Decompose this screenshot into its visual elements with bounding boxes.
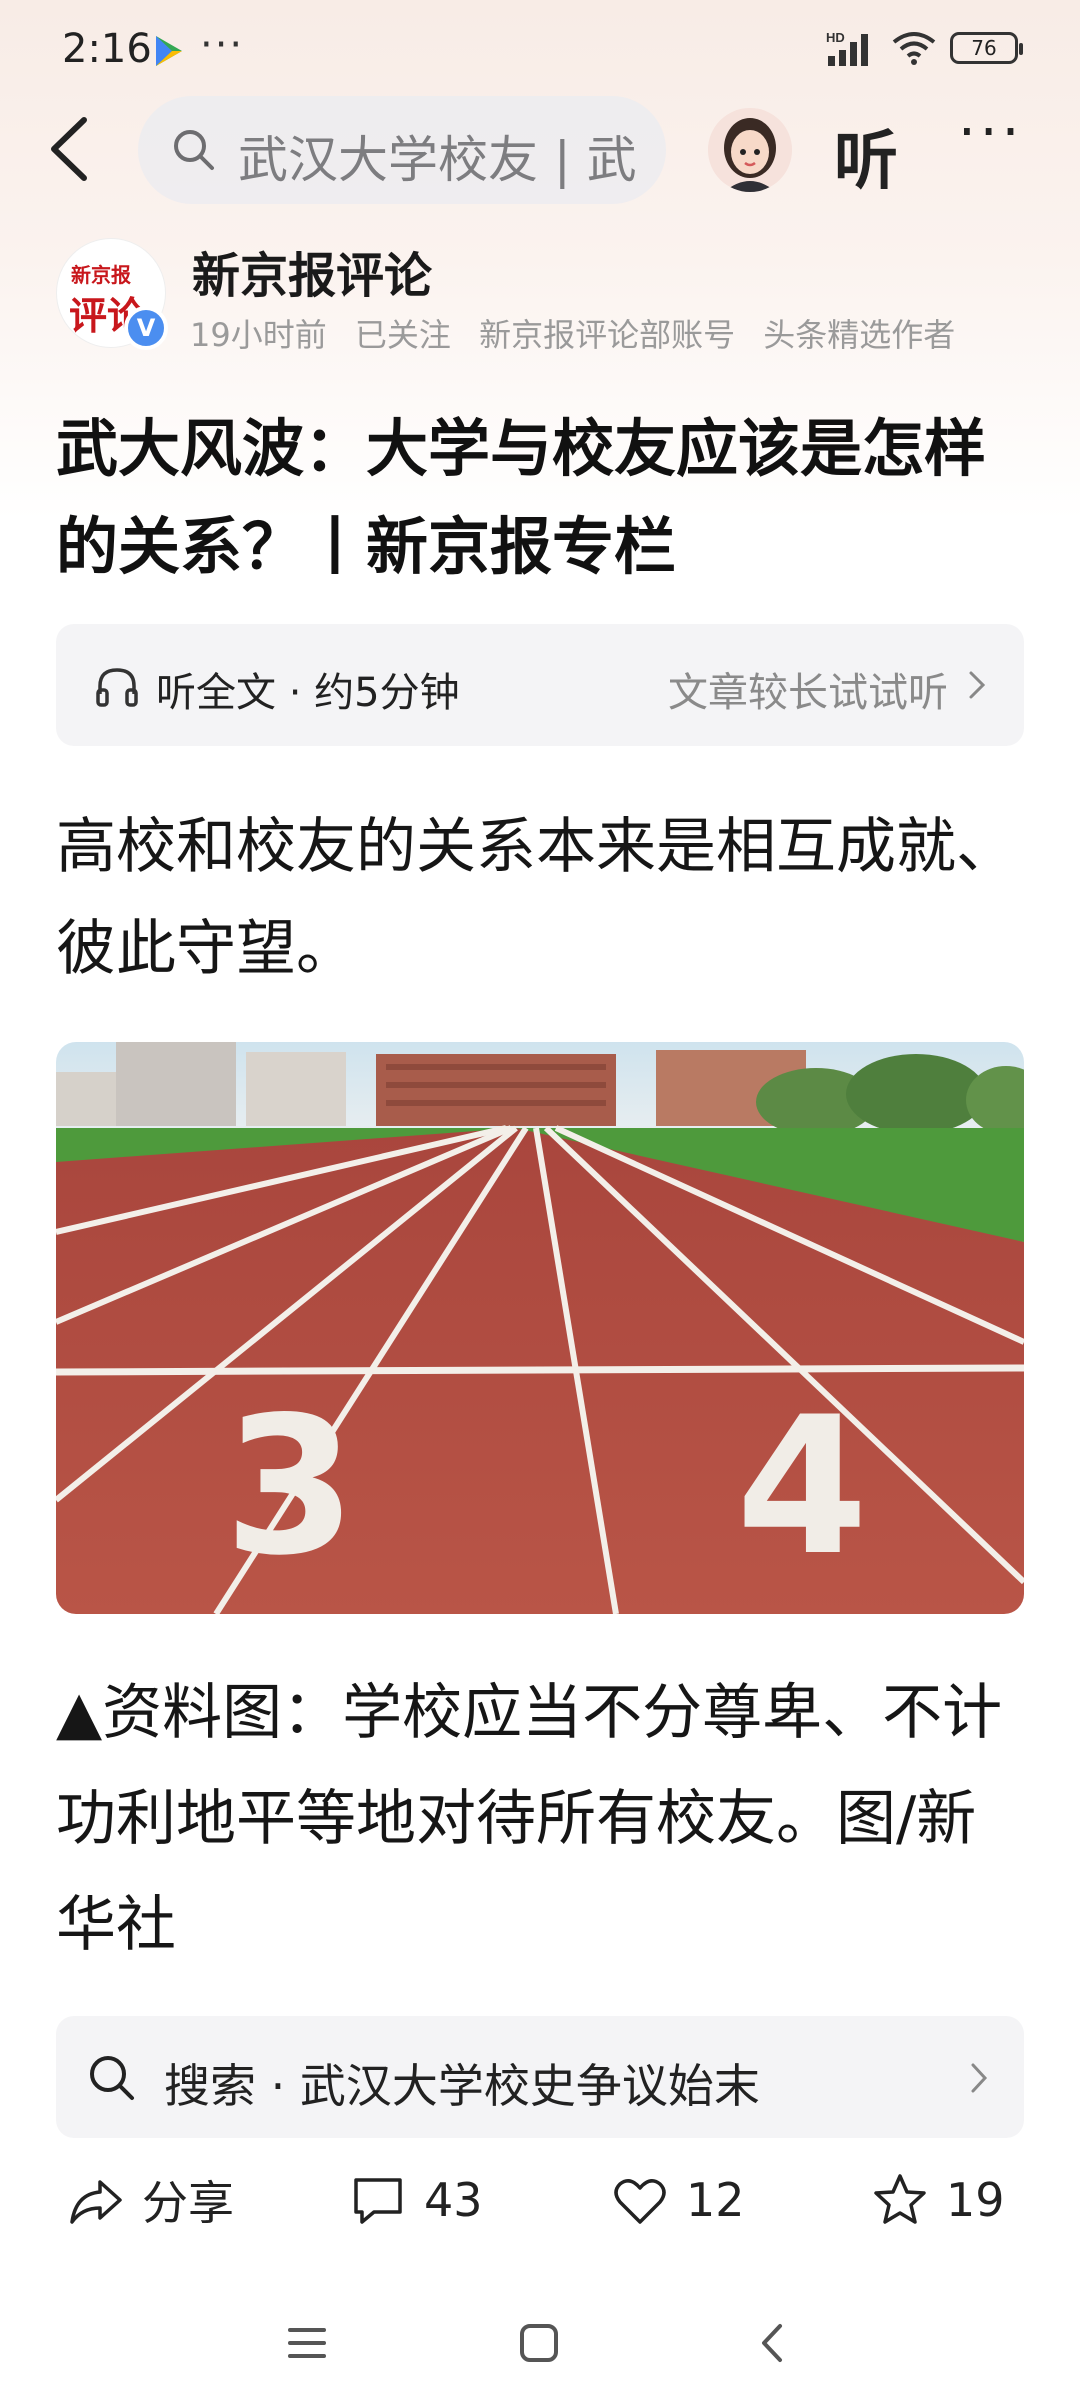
signal-icon: HD	[826, 30, 868, 66]
favorite-count: 19	[946, 2173, 1005, 2227]
home-icon[interactable]	[514, 2318, 564, 2368]
article-photo[interactable]: 3 4	[56, 1042, 1024, 1614]
avatar-illustration	[708, 108, 792, 192]
share-button[interactable]: 分享	[66, 2160, 234, 2240]
system-navigation-bar	[0, 2290, 1080, 2390]
back-icon[interactable]	[40, 114, 100, 184]
account-description: 新京报评论部账号	[479, 316, 736, 354]
share-icon	[70, 2180, 122, 2224]
listen-full-label: 听全文 · 约5分钟	[156, 670, 460, 716]
listen-hint: 文章较长试试听	[668, 670, 948, 716]
battery-indicator: 76	[950, 32, 1023, 64]
status-bar: 2:16 ··· HD 76	[0, 0, 1080, 100]
logo-text-top: 新京报	[71, 263, 131, 287]
star-icon	[874, 2174, 926, 2224]
nav-back-icon[interactable]	[748, 2318, 798, 2368]
comment-icon	[354, 2178, 402, 2224]
chevron-right-icon	[969, 671, 986, 699]
listen-button[interactable]: 听	[834, 110, 898, 202]
article-action-bar: 分享 43 12 19	[0, 2160, 1080, 2240]
author-name[interactable]: 新京报评论	[192, 236, 432, 306]
search-query: 武汉大学校友 | 武	[238, 131, 637, 189]
article-title: 武大风波：大学与校友应该是怎样的关系？丨新京报专栏	[56, 412, 987, 583]
article-lead: 高校和校友的关系本来是相互成就、彼此守望。	[56, 812, 1016, 984]
lane-number-3: 3	[224, 1376, 356, 1597]
listen-full-article-bar[interactable]: 听全文 · 约5分钟 文章较长试试听	[56, 624, 1024, 746]
play-store-icon	[156, 36, 182, 66]
avatar[interactable]	[708, 108, 792, 192]
comment-button[interactable]: 43	[348, 2160, 483, 2240]
lane-number-4: 4	[736, 1376, 868, 1597]
running-track-image: 3 4	[56, 1042, 1024, 1614]
like-count: 12	[686, 2173, 745, 2227]
related-search-card[interactable]: 搜索 · 武汉大学校史争议始末	[56, 2016, 1024, 2138]
favorite-button[interactable]: 19	[870, 2160, 1005, 2240]
heart-icon	[614, 2179, 666, 2224]
network-label: HD	[826, 30, 845, 45]
more-options-icon[interactable]: ···	[958, 100, 1023, 165]
status-time: 2:16	[62, 26, 152, 72]
photo-caption: ▲资料图：学校应当不分尊卑、不计功利地平等地对待所有校友。图/新华社	[56, 1678, 1003, 1960]
verified-badge-icon: V	[124, 306, 168, 350]
author-meta: 19小时前 已关注 新京报评论部账号 头条精选作者	[190, 310, 973, 356]
wifi-icon	[892, 32, 936, 65]
top-nav: 武汉大学校友 | 武 听 ···	[0, 96, 1080, 206]
publish-time: 19小时前	[190, 316, 327, 354]
menu-icon[interactable]	[282, 2318, 332, 2368]
related-search-text: 搜索 · 武汉大学校史争议始末	[164, 2059, 760, 2113]
status-indicators: HD 76	[826, 28, 1023, 68]
share-label: 分享	[142, 2176, 234, 2230]
search-icon	[174, 130, 214, 170]
search-icon	[90, 2056, 134, 2100]
status-more-icon: ···	[200, 22, 245, 68]
comment-count: 43	[424, 2173, 483, 2227]
headphone-icon	[96, 668, 138, 707]
search-input[interactable]: 武汉大学校友 | 武	[138, 96, 666, 204]
like-button[interactable]: 12	[610, 2160, 745, 2240]
follow-status[interactable]: 已关注	[355, 316, 451, 354]
author-tag: 头条精选作者	[763, 316, 956, 354]
chevron-right-icon	[971, 2063, 988, 2093]
